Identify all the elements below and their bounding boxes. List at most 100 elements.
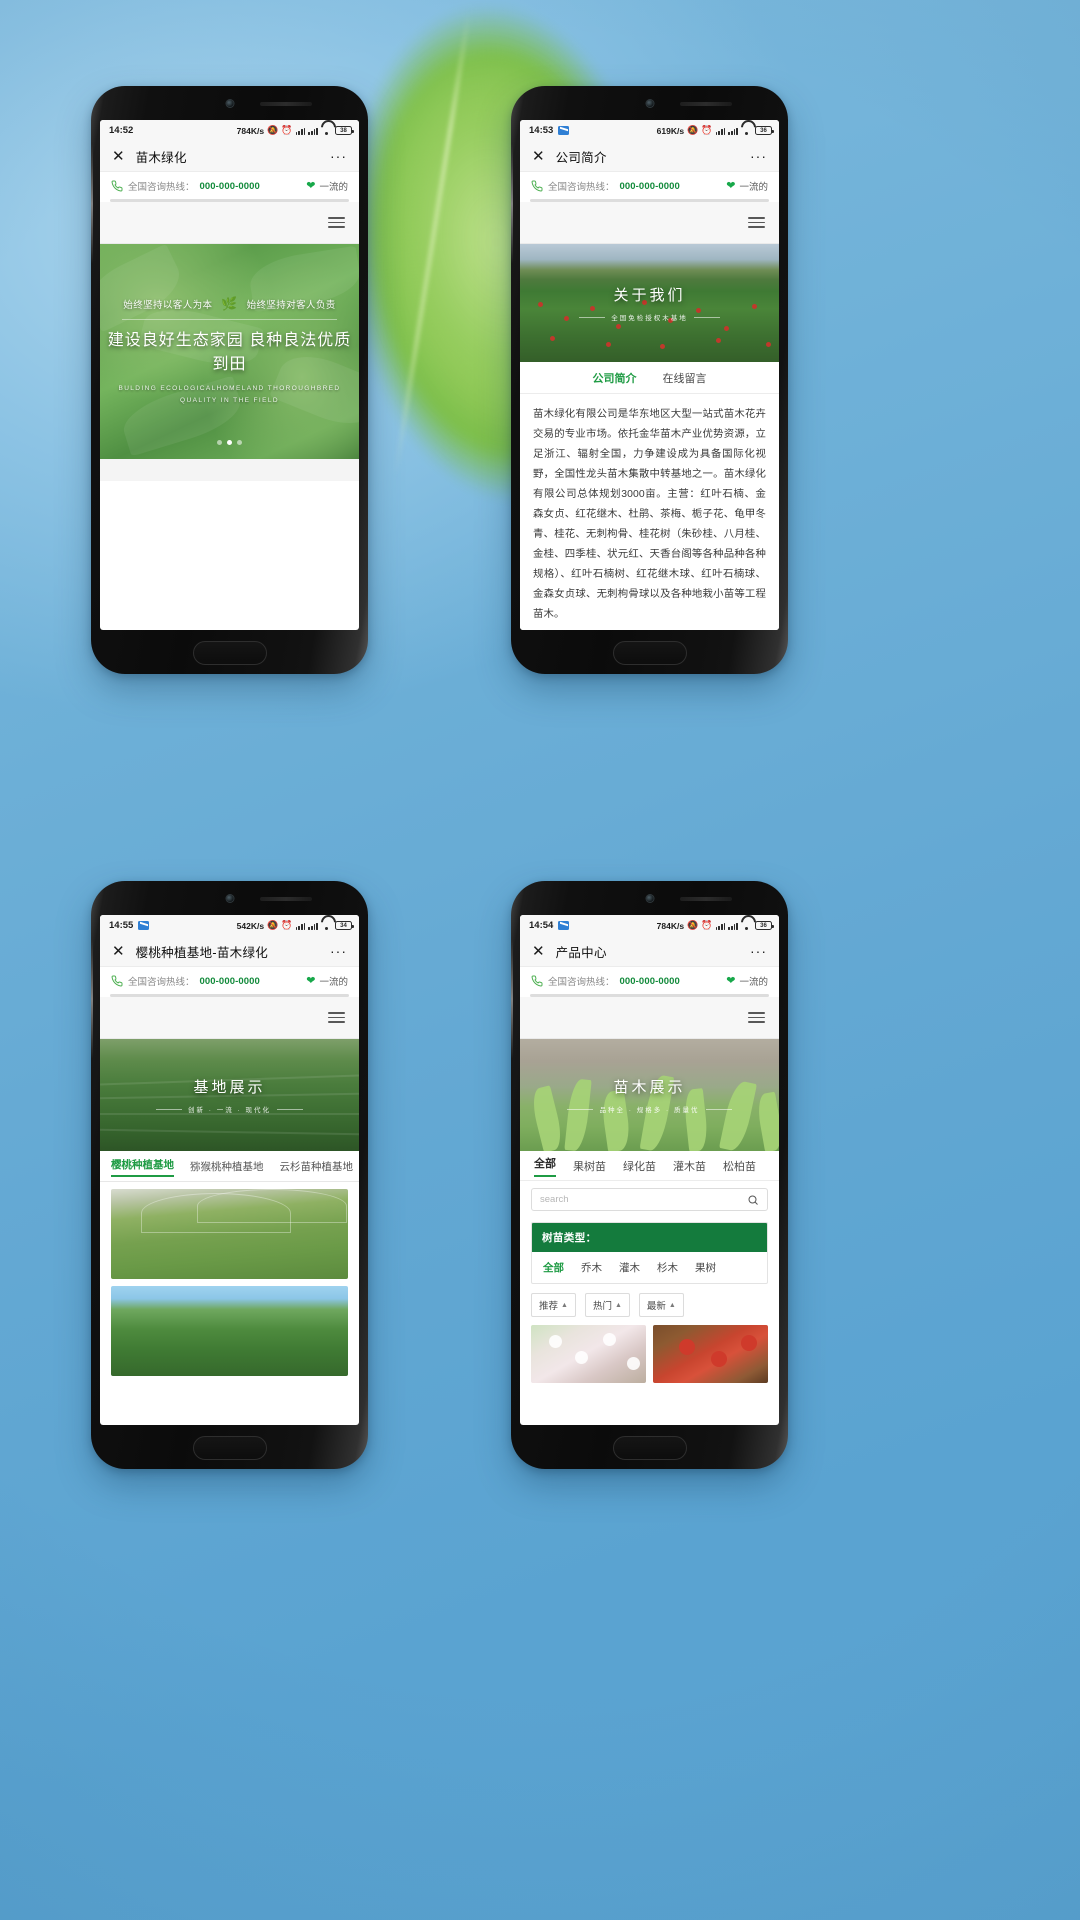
alarm-clock-icon: ⏰ <box>281 920 293 930</box>
tab-cherry-base[interactable]: 樱桃种植基地 <box>111 1157 174 1177</box>
hamburger-menu-icon[interactable] <box>328 1012 345 1023</box>
gallery-image-conifer-field[interactable] <box>111 1286 348 1376</box>
hotline-number[interactable]: 000-000-0000 <box>200 976 260 987</box>
tab-greening[interactable]: 绿化苗 <box>623 1158 656 1174</box>
heart-icon: ❤ <box>726 974 736 987</box>
tab-pine-cypress[interactable]: 松柏苗 <box>723 1158 756 1174</box>
status-bar: 14:54 784K/s 🔕 ⏰ 36 <box>520 915 779 936</box>
status-left: 14:55 <box>109 920 150 931</box>
front-camera-icon <box>226 895 233 902</box>
signal-bars-icon-2 <box>308 921 318 930</box>
gallery-image-greenhouse[interactable] <box>111 1189 348 1279</box>
browser-title-bar: ✕ 产品中心 ··· <box>520 936 779 967</box>
page-title: 产品中心 <box>555 945 607 960</box>
close-x-icon[interactable]: ✕ <box>532 149 545 164</box>
hotline-label: 全国咨询热线： <box>128 977 195 988</box>
hero-english-1: BULDING ECOLOGICALHOMELAND THOROUGHBRED <box>118 384 341 392</box>
hotline-bar: 全国咨询热线： 000-000-0000 ❤ 一流的 <box>100 172 359 199</box>
divider-right <box>277 1108 304 1110</box>
more-dots-icon[interactable]: ··· <box>750 149 767 163</box>
product-card-peach-blossom[interactable] <box>531 1325 646 1383</box>
hotline-number[interactable]: 000-000-0000 <box>620 181 680 192</box>
phone-mockup-base: 14:55 542K/s 🔕 ⏰ 34 ✕ 樱桃种植基地-苗木绿化 ··· 全国… <box>91 881 368 1469</box>
more-dots-icon[interactable]: ··· <box>330 944 347 958</box>
hero-page-subtitle: 全国免检授权木基地 <box>611 315 688 322</box>
tab-all[interactable]: 全部 <box>534 1155 556 1177</box>
status-left: 14:52 <box>109 125 133 136</box>
wifi-icon <box>321 921 332 930</box>
sort-recommended[interactable]: 推荐 ▲ <box>531 1293 576 1317</box>
about-tabs: 公司简介 在线留言 <box>520 362 779 394</box>
close-x-icon[interactable]: ✕ <box>532 944 545 959</box>
phone-receiver-icon <box>111 180 123 192</box>
filter-option-fruit[interactable]: 果树 <box>695 1260 716 1275</box>
heart-icon: ❤ <box>726 179 736 192</box>
tab-kiwi-base[interactable]: 猕猴桃种植基地 <box>190 1159 264 1177</box>
mute-bell-icon: 🔕 <box>267 125 279 135</box>
mail-icon <box>138 921 150 930</box>
network-speed: 619K/s <box>656 125 685 136</box>
hotline-bar: 全国咨询热线： 000-000-0000 ❤ 一流的 <box>520 172 779 199</box>
heart-icon: ❤ <box>306 179 316 192</box>
tab-shrub[interactable]: 灌木苗 <box>673 1158 706 1174</box>
site-menu-bar <box>100 997 359 1039</box>
hamburger-menu-icon[interactable] <box>748 1012 765 1023</box>
wifi-icon <box>741 126 752 135</box>
carousel-dots[interactable] <box>100 440 359 445</box>
filter-option-fir[interactable]: 杉木 <box>657 1260 678 1275</box>
hotline-number[interactable]: 000-000-0000 <box>200 181 260 192</box>
home-button[interactable] <box>192 641 267 665</box>
close-x-icon[interactable]: ✕ <box>112 149 125 164</box>
search-icon[interactable] <box>747 1194 759 1206</box>
page-title: 苗木绿化 <box>135 150 187 165</box>
tab-company-intro[interactable]: 公司简介 <box>593 370 637 386</box>
browser-title-bar: ✕ 苗木绿化 ··· <box>100 141 359 172</box>
phone-mockup-home: 14:52 784K/s 🔕 ⏰ 38 ✕ 苗木绿化 ··· 全国咨询热线： 0… <box>91 86 368 674</box>
home-button[interactable] <box>612 641 687 665</box>
signal-bars-icon <box>295 921 306 930</box>
status-right: 542K/s 🔕 ⏰ 34 <box>237 920 354 931</box>
home-button[interactable] <box>192 1436 267 1460</box>
site-menu-bar <box>100 202 359 244</box>
hero-banner-home[interactable]: 始终坚持以客人为本 🌿 始终坚持对客人负责 建设良好生态家园 良种良法优质到田 … <box>100 244 359 459</box>
status-right: 619K/s 🔕 ⏰ 36 <box>656 125 774 136</box>
hotline-bar: 全国咨询热线： 000-000-0000 ❤ 一流的 <box>520 967 779 994</box>
search-box[interactable] <box>531 1188 768 1211</box>
tab-online-message[interactable]: 在线留言 <box>663 370 707 386</box>
hero-banner-base: 基地展示 创新 · 一流 · 现代化 <box>100 1039 359 1151</box>
tab-fruit-tree[interactable]: 果树苗 <box>573 1158 606 1174</box>
filter-option-shrub[interactable]: 灌木 <box>619 1260 640 1275</box>
hotline-slogan: 一流的 <box>319 977 348 988</box>
search-input[interactable] <box>540 1194 747 1205</box>
hamburger-menu-icon[interactable] <box>748 217 765 228</box>
battery-icon: 36 <box>755 126 774 135</box>
status-time: 14:55 <box>109 920 134 931</box>
filter-option-all[interactable]: 全部 <box>543 1260 564 1275</box>
status-right: 784K/s 🔕 ⏰ 38 <box>237 125 354 136</box>
home-button[interactable] <box>612 1436 687 1460</box>
hotline-label: 全国咨询热线： <box>548 977 615 988</box>
page-bottom-padding <box>100 459 359 481</box>
browser-title-bar: ✕ 樱桃种植基地-苗木绿化 ··· <box>100 936 359 967</box>
more-dots-icon[interactable]: ··· <box>750 944 767 958</box>
divider <box>122 318 337 320</box>
filter-option-tree[interactable]: 乔木 <box>581 1260 602 1275</box>
earpiece-speaker <box>679 897 732 901</box>
carousel-dot[interactable] <box>217 440 222 445</box>
hotline-slogan-wrap: ❤ 一流的 <box>726 974 768 988</box>
sort-popular[interactable]: 热门 ▲ <box>584 1293 630 1317</box>
hotline-label: 全国咨询热线： <box>128 182 195 193</box>
product-card-apple[interactable] <box>653 1325 768 1383</box>
sort-newest-label: 最新 <box>646 1301 666 1312</box>
hamburger-menu-icon[interactable] <box>328 217 345 228</box>
close-x-icon[interactable]: ✕ <box>112 944 125 959</box>
tab-spruce-base[interactable]: 云杉苗种植基地 <box>280 1159 354 1177</box>
hotline-number[interactable]: 000-000-0000 <box>620 976 680 987</box>
status-right: 784K/s 🔕 ⏰ 36 <box>657 921 774 931</box>
more-dots-icon[interactable]: ··· <box>330 149 347 163</box>
carousel-dot[interactable] <box>237 440 242 445</box>
divider-left <box>579 316 606 318</box>
sort-recommended-label: 推荐 <box>539 1301 559 1312</box>
carousel-dot-active[interactable] <box>227 440 232 445</box>
sort-newest[interactable]: 最新 ▲ <box>638 1293 684 1317</box>
